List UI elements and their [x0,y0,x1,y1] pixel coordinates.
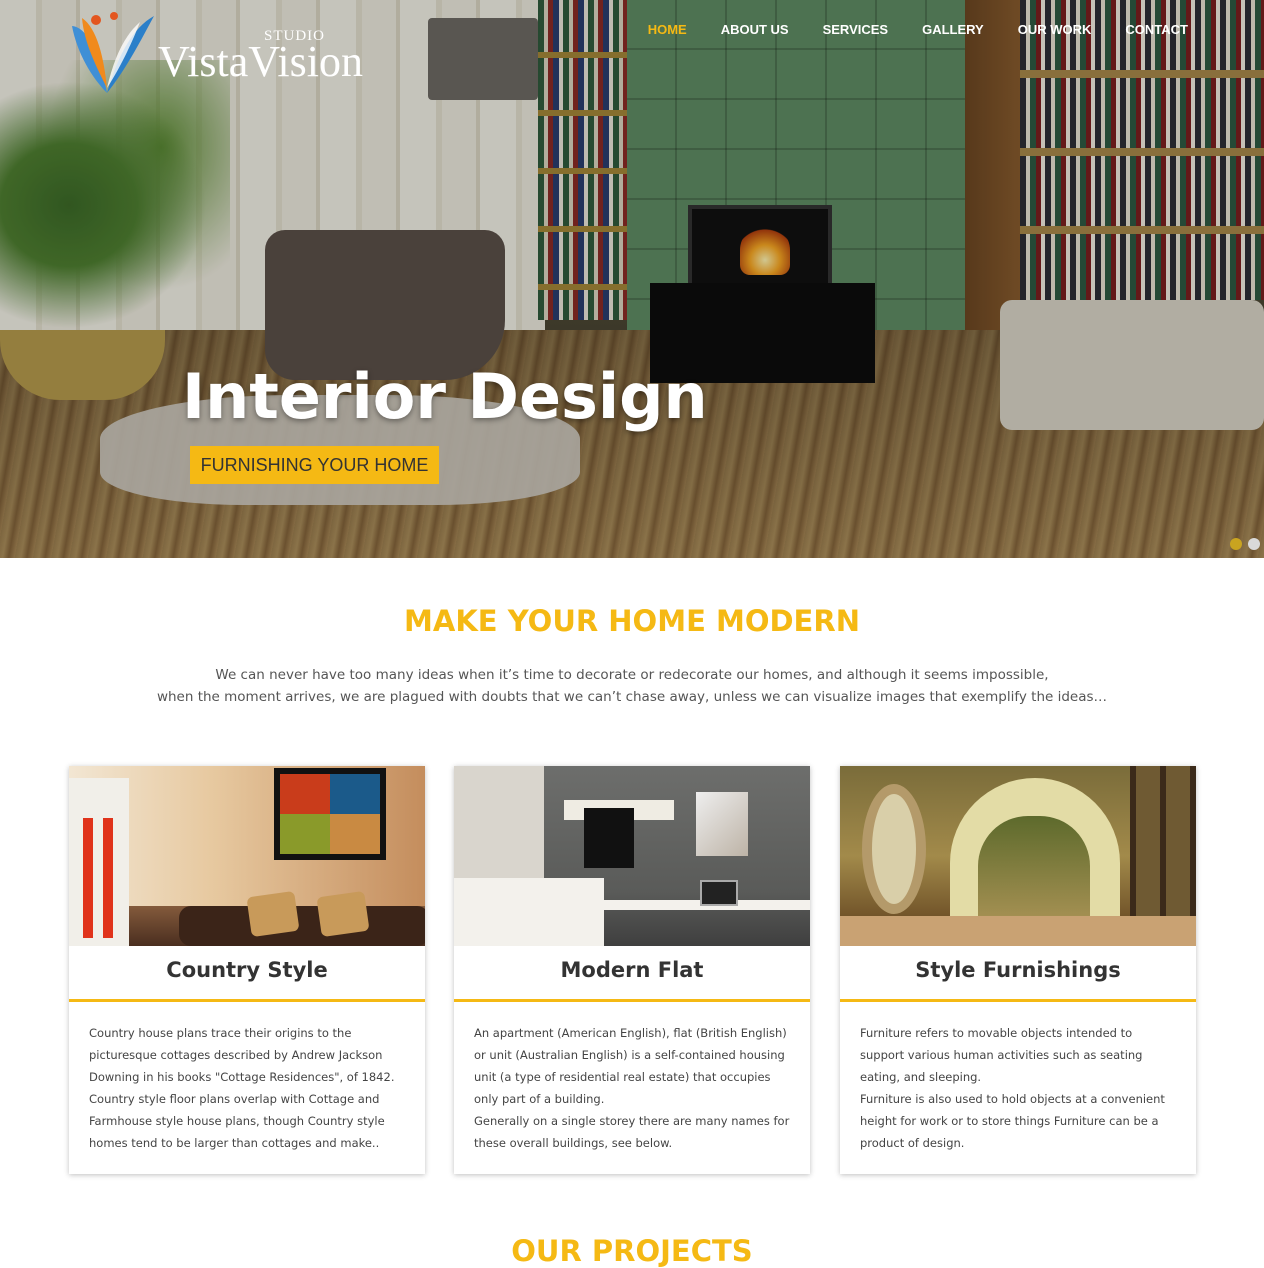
nav-contact[interactable]: CONTACT [1125,22,1188,37]
hero-cta-button[interactable]: FURNISHING YOUR HOME [190,446,439,484]
card-image-style-furnishings [840,766,1196,946]
hero-title: Interior Design [182,360,708,433]
nav-about-us[interactable]: ABOUT US [721,22,789,37]
card-text: Furniture refers to movable objects inte… [860,1026,1165,1150]
card-text: An apartment (American English), flat (B… [474,1026,790,1150]
card-image-country-style [69,766,425,946]
card-divider [69,999,425,1002]
logo-icon [72,12,154,93]
intro-line-1: We can never have too many ideas when it… [215,667,1049,683]
card-title: Style Furnishings [915,958,1121,982]
site-logo[interactable]: STUDIO VistaVision [62,8,407,100]
slide-dot-2[interactable] [1248,538,1260,550]
main-navigation: HOME ABOUT US SERVICES GALLERY OUR WORK … [614,22,1188,37]
card-divider [454,999,810,1002]
nav-home[interactable]: HOME [648,22,687,37]
slider-pagination [1230,538,1260,550]
card-title: Country Style [166,958,328,982]
nav-gallery[interactable]: GALLERY [922,22,984,37]
card-image-modern-flat [454,766,810,946]
intro-heading: MAKE YOUR HOME MODERN [404,604,860,638]
intro-line-2: when the moment arrives, we are plagued … [156,689,1108,705]
card-modern-flat[interactable]: Modern Flat An apartment (American Engli… [454,766,810,1174]
slide-dot-1[interactable] [1230,538,1242,550]
logo-name-text: VistaVision [158,37,363,86]
nav-our-work[interactable]: OUR WORK [1018,22,1092,37]
projects-heading: OUR PROJECTS [511,1234,753,1268]
card-title: Modern Flat [560,958,704,982]
card-divider [840,999,1196,1002]
card-text: Country house plans trace their origins … [89,1026,395,1150]
card-style-furnishings[interactable]: Style Furnishings Furniture refers to mo… [840,766,1196,1174]
hero-banner: STUDIO VistaVision HOME ABOUT US SERVICE… [0,0,1264,558]
card-country-style[interactable]: Country Style Country house plans trace … [69,766,425,1174]
nav-services[interactable]: SERVICES [823,22,889,37]
intro-paragraph: We can never have too many ideas when it… [0,664,1264,708]
